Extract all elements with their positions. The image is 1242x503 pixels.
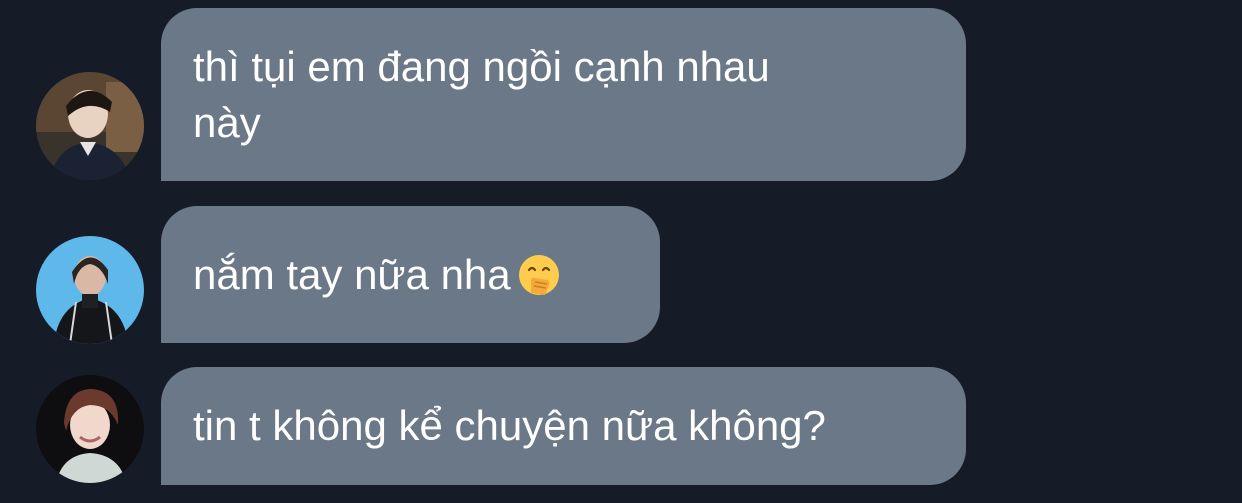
message-text: thì tụi em đang ngồi cạnh nhau này [193,42,770,146]
message-bubble[interactable]: thì tụi em đang ngồi cạnh nhau này [161,8,966,181]
message-text: nắm tay nữa nha [193,250,511,298]
chat-thread: thì tụi em đang ngồi cạnh nhau này nắm t… [0,0,1242,503]
user-avatar-1[interactable] [36,72,144,180]
message-bubble[interactable]: tin t không kể chuyện nữa không? [161,367,966,485]
hand-over-mouth-emoji-icon [518,254,559,295]
message-bubble[interactable]: nắm tay nữa nha [161,206,660,343]
avatar-photo-icon [36,375,144,483]
avatar-photo-icon [36,236,144,344]
user-avatar-3[interactable] [36,375,144,483]
avatar-photo-icon [36,72,144,180]
message-text: tin t không kể chuyện nữa không? [193,402,826,449]
user-avatar-2[interactable] [36,236,144,344]
